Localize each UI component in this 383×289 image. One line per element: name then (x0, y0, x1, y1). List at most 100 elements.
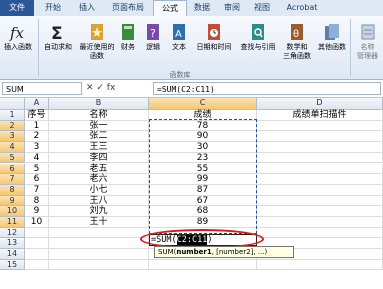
date-time-button[interactable]: 日期和时间 (192, 18, 236, 68)
cell-a[interactable]: 6 (25, 174, 49, 185)
tab-insert[interactable]: 插入 (72, 0, 102, 16)
cell-b[interactable]: 李四 (49, 152, 149, 164)
cell-c[interactable]: 99 (149, 174, 257, 185)
cell-a[interactable]: 3 (25, 142, 49, 153)
cell-b[interactable]: 王十 (49, 217, 149, 228)
row-header[interactable]: 3 (0, 131, 25, 143)
math-trig-button[interactable]: θ 数学和 三角函数 (280, 18, 314, 68)
cell-b[interactable]: 老六 (49, 174, 149, 185)
cell-c[interactable]: 成绩 (149, 110, 257, 121)
cell-d[interactable] (257, 152, 383, 164)
cell-d[interactable] (257, 163, 383, 175)
cell-a[interactable] (25, 249, 49, 260)
row-header[interactable]: 13 (0, 238, 25, 250)
formula-bar-buttons[interactable]: ✕ ✓ fx (86, 82, 152, 95)
cell-a[interactable]: 2 (25, 131, 49, 143)
tab-home[interactable]: 开始 (36, 0, 70, 16)
tab-acrobat[interactable]: Acrobat (280, 0, 324, 16)
cell-b[interactable]: 名称 (49, 110, 149, 121)
tab-page-layout[interactable]: 页面布局 (104, 0, 152, 16)
cell-c[interactable]: 68 (149, 206, 257, 217)
cell-d[interactable] (257, 217, 383, 228)
cell-c[interactable]: 90 (149, 131, 257, 143)
cell-b[interactable] (49, 259, 149, 271)
row-header[interactable]: 5 (0, 152, 25, 164)
cell-b[interactable]: 小七 (49, 184, 149, 196)
tab-data[interactable]: 数据 (188, 0, 216, 16)
cell-d[interactable] (257, 195, 383, 207)
cell-d[interactable] (257, 184, 383, 196)
book-question-icon: ? (147, 24, 159, 40)
column-header-c[interactable]: C (149, 98, 257, 110)
cell-a[interactable]: 1 (25, 120, 49, 132)
cell-b[interactable]: 王三 (49, 142, 149, 153)
tab-file[interactable]: 文件 (0, 0, 34, 16)
cell-c[interactable]: 55 (149, 163, 257, 175)
cell-d[interactable] (257, 131, 383, 143)
cell-c[interactable] (149, 259, 257, 271)
cell-a[interactable]: 10 (25, 217, 49, 228)
cell-c[interactable]: 78 (149, 120, 257, 132)
more-functions-button[interactable]: 其他函数 (315, 18, 349, 68)
tab-view[interactable]: 视图 (248, 0, 276, 16)
row-header[interactable]: 1 (0, 110, 25, 121)
cell-d[interactable] (257, 259, 383, 271)
cell-c[interactable]: 67 (149, 195, 257, 207)
name-box[interactable]: SUM (2, 82, 82, 95)
cell-b[interactable]: 张二 (49, 131, 149, 143)
cell-b[interactable]: 王八 (49, 195, 149, 207)
cell-a[interactable]: 序号 (25, 110, 49, 121)
text-button[interactable]: A 文本 (168, 18, 190, 68)
logical-button[interactable]: ? 逻辑 (142, 18, 164, 68)
cell-c[interactable]: 89 (149, 217, 257, 228)
insert-function-button[interactable]: fx 插入函数 (0, 18, 36, 68)
row-header[interactable]: 11 (0, 217, 25, 228)
cell-b[interactable] (49, 238, 149, 250)
cell-c[interactable]: 30 (149, 142, 257, 153)
row-header[interactable]: 8 (0, 184, 25, 196)
recently-used-button[interactable]: 最近使用的 函数 (77, 18, 117, 68)
cell-a[interactable]: 8 (25, 195, 49, 207)
tab-formulas[interactable]: 公式 (153, 0, 187, 17)
select-all-corner[interactable] (0, 98, 25, 110)
cell-d[interactable] (257, 227, 383, 239)
row-header[interactable]: 7 (0, 174, 25, 185)
row-header[interactable]: 15 (0, 259, 25, 271)
financial-button[interactable]: 财务 (117, 18, 139, 68)
cell-d[interactable] (257, 142, 383, 153)
cell-a[interactable]: 9 (25, 206, 49, 217)
cell-d[interactable] (257, 120, 383, 132)
column-header-b[interactable]: B (49, 98, 149, 110)
cell-a[interactable] (25, 238, 49, 250)
column-header-a[interactable]: A (25, 98, 49, 110)
cell-c[interactable]: 23 (149, 152, 257, 164)
cell-d[interactable] (257, 174, 383, 185)
cell-a[interactable] (25, 259, 49, 271)
tab-review[interactable]: 审阅 (218, 0, 246, 16)
row-header[interactable]: 12 (0, 227, 25, 239)
cell-b[interactable]: 刘九 (49, 206, 149, 217)
cell-d[interactable]: 成绩单扫描件 (257, 110, 383, 121)
name-manager-button[interactable]: 名称 管理器 (352, 18, 383, 68)
cell-b[interactable] (49, 249, 149, 260)
function-argument-tooltip[interactable]: SUM(number1, [number2], ...) (154, 246, 294, 258)
lookup-reference-button[interactable]: 查找与引用 (236, 18, 280, 68)
cell-c[interactable]: 87 (149, 184, 257, 196)
row-header[interactable]: 2 (0, 120, 25, 132)
column-header-d[interactable]: D (257, 98, 383, 110)
cell-b[interactable]: 老五 (49, 163, 149, 175)
row-header[interactable]: 14 (0, 249, 25, 260)
cell-a[interactable]: 5 (25, 163, 49, 175)
row-header[interactable]: 10 (0, 206, 25, 217)
row-header[interactable]: 6 (0, 163, 25, 175)
cell-b[interactable] (49, 227, 149, 239)
cell-a[interactable]: 7 (25, 184, 49, 196)
row-header[interactable]: 4 (0, 142, 25, 153)
cell-a[interactable]: 4 (25, 152, 49, 164)
autosum-button[interactable]: Σ 自动求和 (40, 18, 76, 68)
row-header[interactable]: 9 (0, 195, 25, 207)
formula-input[interactable]: =SUM(C2:C11) (153, 82, 381, 95)
cell-a[interactable] (25, 227, 49, 239)
cell-b[interactable]: 张一 (49, 120, 149, 132)
cell-d[interactable] (257, 206, 383, 217)
